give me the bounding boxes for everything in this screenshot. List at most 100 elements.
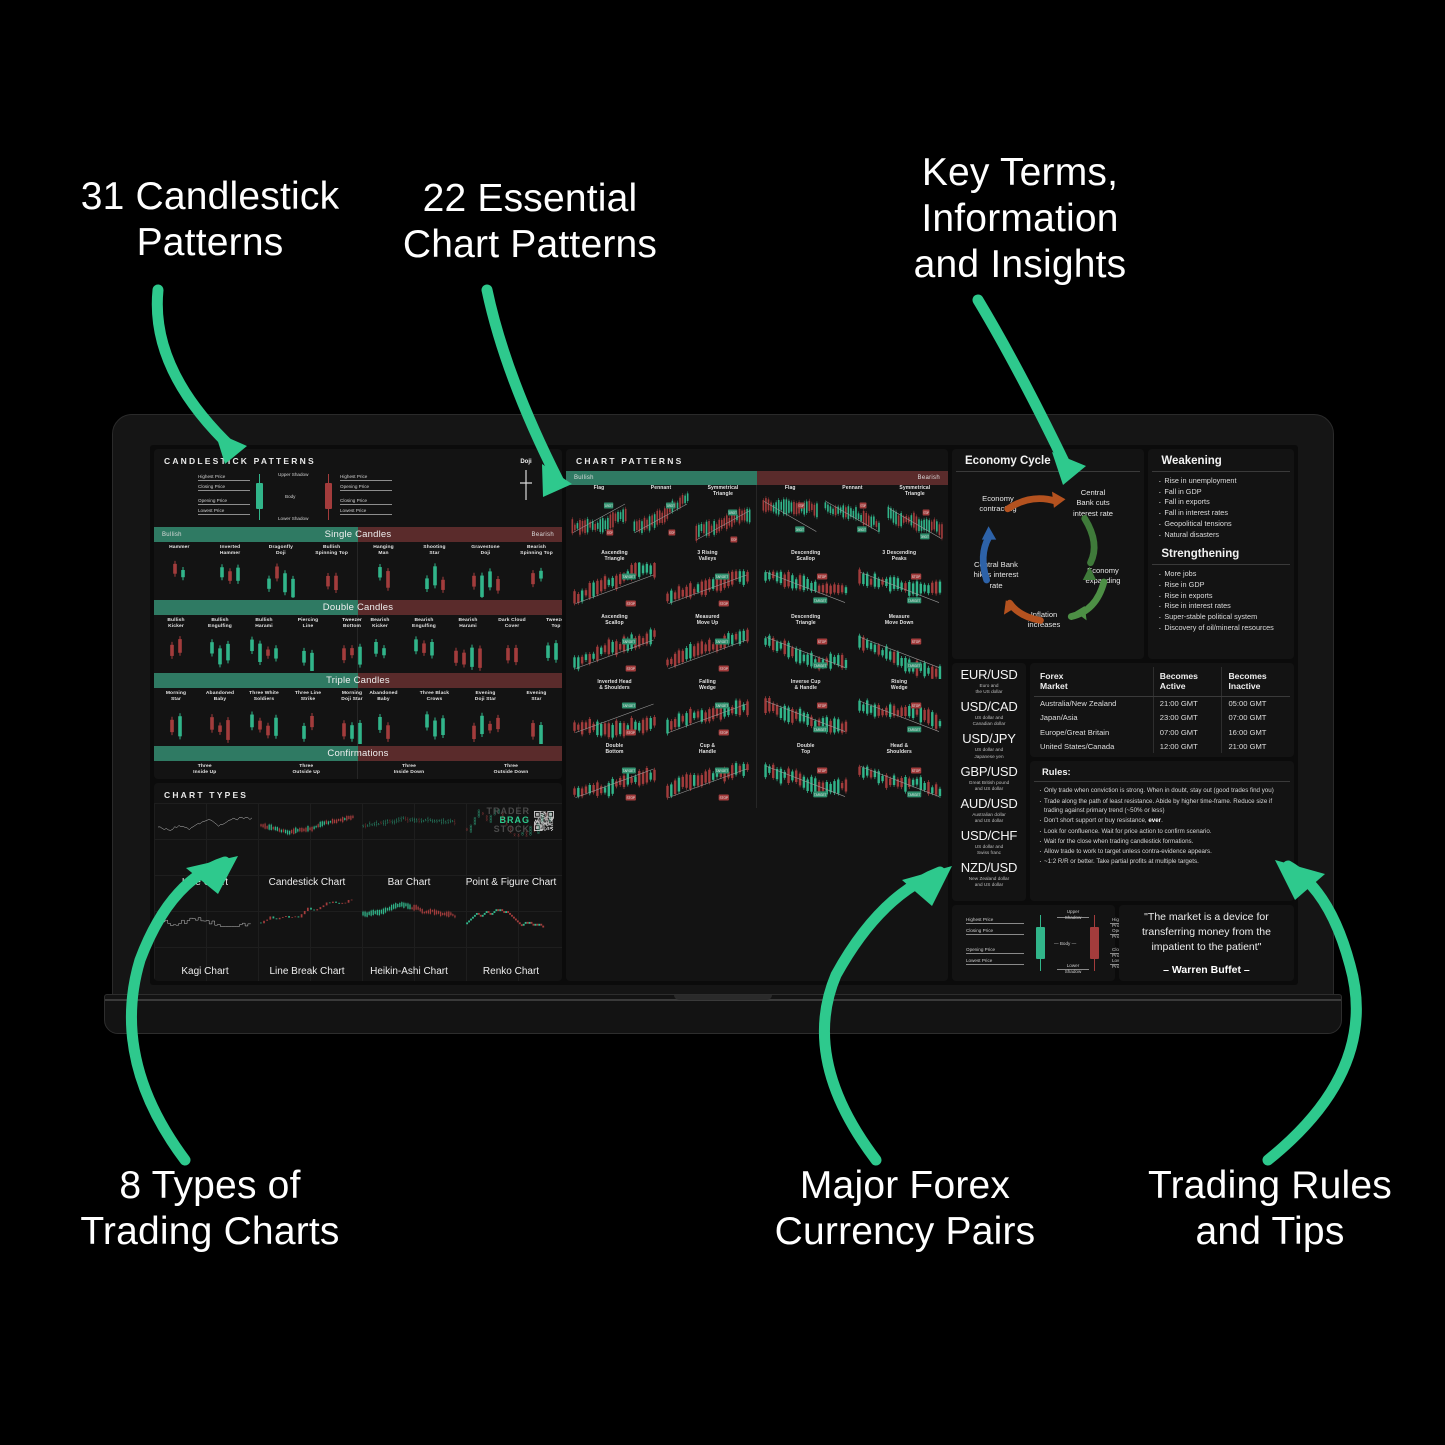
svg-text:TARGET: TARGET <box>666 503 675 508</box>
pattern-name: Three White Soldiers <box>249 691 279 703</box>
anatomy-leader <box>340 504 392 505</box>
svg-text:TARGET: TARGET <box>858 527 867 532</box>
anatomy-label: Upper Shadow <box>278 472 309 477</box>
chart-pattern-cell: Ascending Triangle TARGET STOP <box>568 550 661 615</box>
svg-text:STOP: STOP <box>720 731 729 735</box>
chart-pattern-cell: Measured Move Up TARGET STOP <box>661 614 754 679</box>
svg-text:TARGET: TARGET <box>623 768 636 772</box>
strengthening-list: More jobsRise in GDPRise in exportsRise … <box>1148 565 1294 634</box>
table-cell: 21:00 GMT <box>1221 739 1290 754</box>
mini-candle-art <box>267 563 295 601</box>
chart-type-label: Kagi Chart <box>181 966 229 977</box>
svg-text:TARGET: TARGET <box>907 792 920 796</box>
svg-text:TARGET: TARGET <box>623 639 636 643</box>
pattern-art <box>464 560 508 601</box>
mini-candle-art <box>377 564 390 591</box>
pattern-half-bull: Three Inside Up Three Outside Up <box>154 761 358 779</box>
anatomy-label: Lower Shadow <box>278 516 309 521</box>
svg-text:TARGET: TARGET <box>716 575 729 579</box>
candle-anatomy-art: Highest Price Closing Price Opening Pric… <box>952 905 1168 981</box>
mini-candle-art <box>220 564 240 585</box>
right-top-row: Economy Cycle Central Bank cuts interest… <box>952 449 1294 659</box>
table-cell: 12:00 GMT <box>1152 739 1222 754</box>
pattern-art <box>358 633 402 671</box>
pattern-name: Three Outside Down <box>493 764 529 776</box>
chart-pattern-art: TARGET STOP <box>762 496 818 533</box>
pattern-art <box>198 633 242 671</box>
mini-candle-art <box>530 568 543 588</box>
chart-type-cell: Renko Chart <box>460 892 562 981</box>
chart-patterns-grid: Flag TARGET STOP Pennant TARGET STOP Symme… <box>566 485 948 808</box>
pattern-art <box>413 560 457 598</box>
line-break-chart-art <box>260 899 353 924</box>
pattern-cell: Three Black Crows <box>409 688 460 746</box>
anatomy-label: Lowest Price <box>340 508 367 513</box>
economy-cycle-title: Economy Cycle <box>956 449 1141 472</box>
band-triple-candles: Triple Candles <box>154 673 562 688</box>
mini-candle-art <box>210 639 230 668</box>
chart-pattern-cell: Descending Triangle TARGET STOP <box>759 614 853 679</box>
forex-pair-symbol: USD/CAD <box>960 699 1018 715</box>
chart-pattern-name: Rising Wedge <box>890 678 908 691</box>
anatomy-label: Opening Price <box>198 498 228 503</box>
chart-pattern-name: Falling Wedge <box>699 678 716 691</box>
pattern-name: Inverted Hammer <box>219 545 241 557</box>
anatomy2-label: Opening Price <box>966 947 996 952</box>
pattern-art <box>157 554 201 592</box>
anatomy2-leader <box>966 923 1024 924</box>
pattern-art <box>362 706 406 744</box>
chart-pattern-art: TARGET STOP <box>571 502 627 538</box>
cp-bull-half: Bullish <box>566 471 757 485</box>
rule-item: Don't short support or buy resistance, e… <box>1039 815 1285 827</box>
chart-pattern-row: Descending Scallop TARGET STOP 3 Descendi… <box>759 550 946 615</box>
chart-pattern-art: TARGET STOP <box>857 698 941 733</box>
svg-text:STOP: STOP <box>627 795 636 799</box>
chart-pattern-cell: Pennant TARGET STOP <box>630 485 692 550</box>
right-bottom-row: Highest Price Closing Price Opening Pric… <box>952 905 1294 981</box>
laptop-screen: CANDLESTICK PATTERNS Highest Price Closi… <box>150 445 1298 985</box>
svg-text:STOP: STOP <box>627 731 636 735</box>
chart-pattern-name: Descending Triangle <box>791 614 821 627</box>
pattern-name: Three Outside Up <box>292 764 321 776</box>
forex-pair-description: Australian dollar and US dollar <box>972 811 1006 823</box>
pattern-half-bull: Hammer Inverted Hammer Dragonfly Doji Bu… <box>154 542 358 601</box>
anatomy2-label: Closing Price <box>966 928 994 933</box>
mini-candle-art <box>530 720 543 749</box>
trading-rules-panel: Rules: Only trade when conviction is str… <box>1030 761 1294 901</box>
chart-pattern-art: TARGET STOP <box>857 764 941 798</box>
mini-candle-art <box>302 713 314 743</box>
pattern-half-bull: Bullish Kicker Bullish Engulfing Bullish… <box>154 615 362 677</box>
strengthening-item: Rise in GDP <box>1158 579 1284 592</box>
pattern-row-triple: Morning Star Abandoned Baby Three White … <box>154 688 562 749</box>
pattern-half-bear: Abandoned Baby Three Black Crows Evening… <box>358 688 562 749</box>
anatomy-leader <box>198 490 250 491</box>
pattern-art <box>515 706 559 749</box>
chart-pattern-cell: Symmetrical Triangle TARGET STOP <box>884 485 946 550</box>
pattern-art <box>198 706 242 744</box>
chart-pattern-row: Ascending Scallop TARGET STOP Measured Mo… <box>568 614 754 679</box>
chart-pattern-row: Double Bottom TARGET STOP Cup & Handle TA… <box>568 743 754 808</box>
mini-candle-art <box>170 713 182 740</box>
anatomy2-label: Lowest Price <box>966 958 993 963</box>
pattern-name: Dark Cloud Cover <box>498 618 526 630</box>
pattern-cell: Three Outside Up <box>256 761 358 779</box>
weakening-item: Rise in unemployment <box>1158 475 1284 488</box>
svg-text:STOP: STOP <box>818 768 827 772</box>
pattern-name: Bullish Kicker <box>167 618 185 630</box>
pattern-cell: Abandoned Baby <box>198 688 242 746</box>
anatomy-label: Body <box>285 494 296 499</box>
pattern-art <box>208 560 252 598</box>
forex-pair-symbol: USD/JPY <box>962 731 1016 747</box>
chart-pattern-art: TARGET STOP <box>573 702 656 740</box>
svg-text:STOP: STOP <box>627 666 636 670</box>
weakening-item: Geopolitical tensions <box>1158 518 1284 531</box>
right-middle-right: Forex Market Becomes Active Becomes Inacti… <box>1030 663 1294 901</box>
screen-middle-column: CHART PATTERNS Bullish Bearish Flag TARG… <box>566 449 948 981</box>
example-spinning-top-art <box>550 465 562 505</box>
chart-pattern-art: TARGET STOP <box>666 698 749 736</box>
pattern-row-confirmations: Three Inside Up Three Outside Up Three I… <box>154 761 562 779</box>
chart-type-cell: Candestick Chart <box>256 803 358 892</box>
chart-patterns-title: CHART PATTERNS <box>576 456 684 466</box>
svg-text:TARGET: TARGET <box>716 768 729 772</box>
pattern-art <box>286 706 330 744</box>
